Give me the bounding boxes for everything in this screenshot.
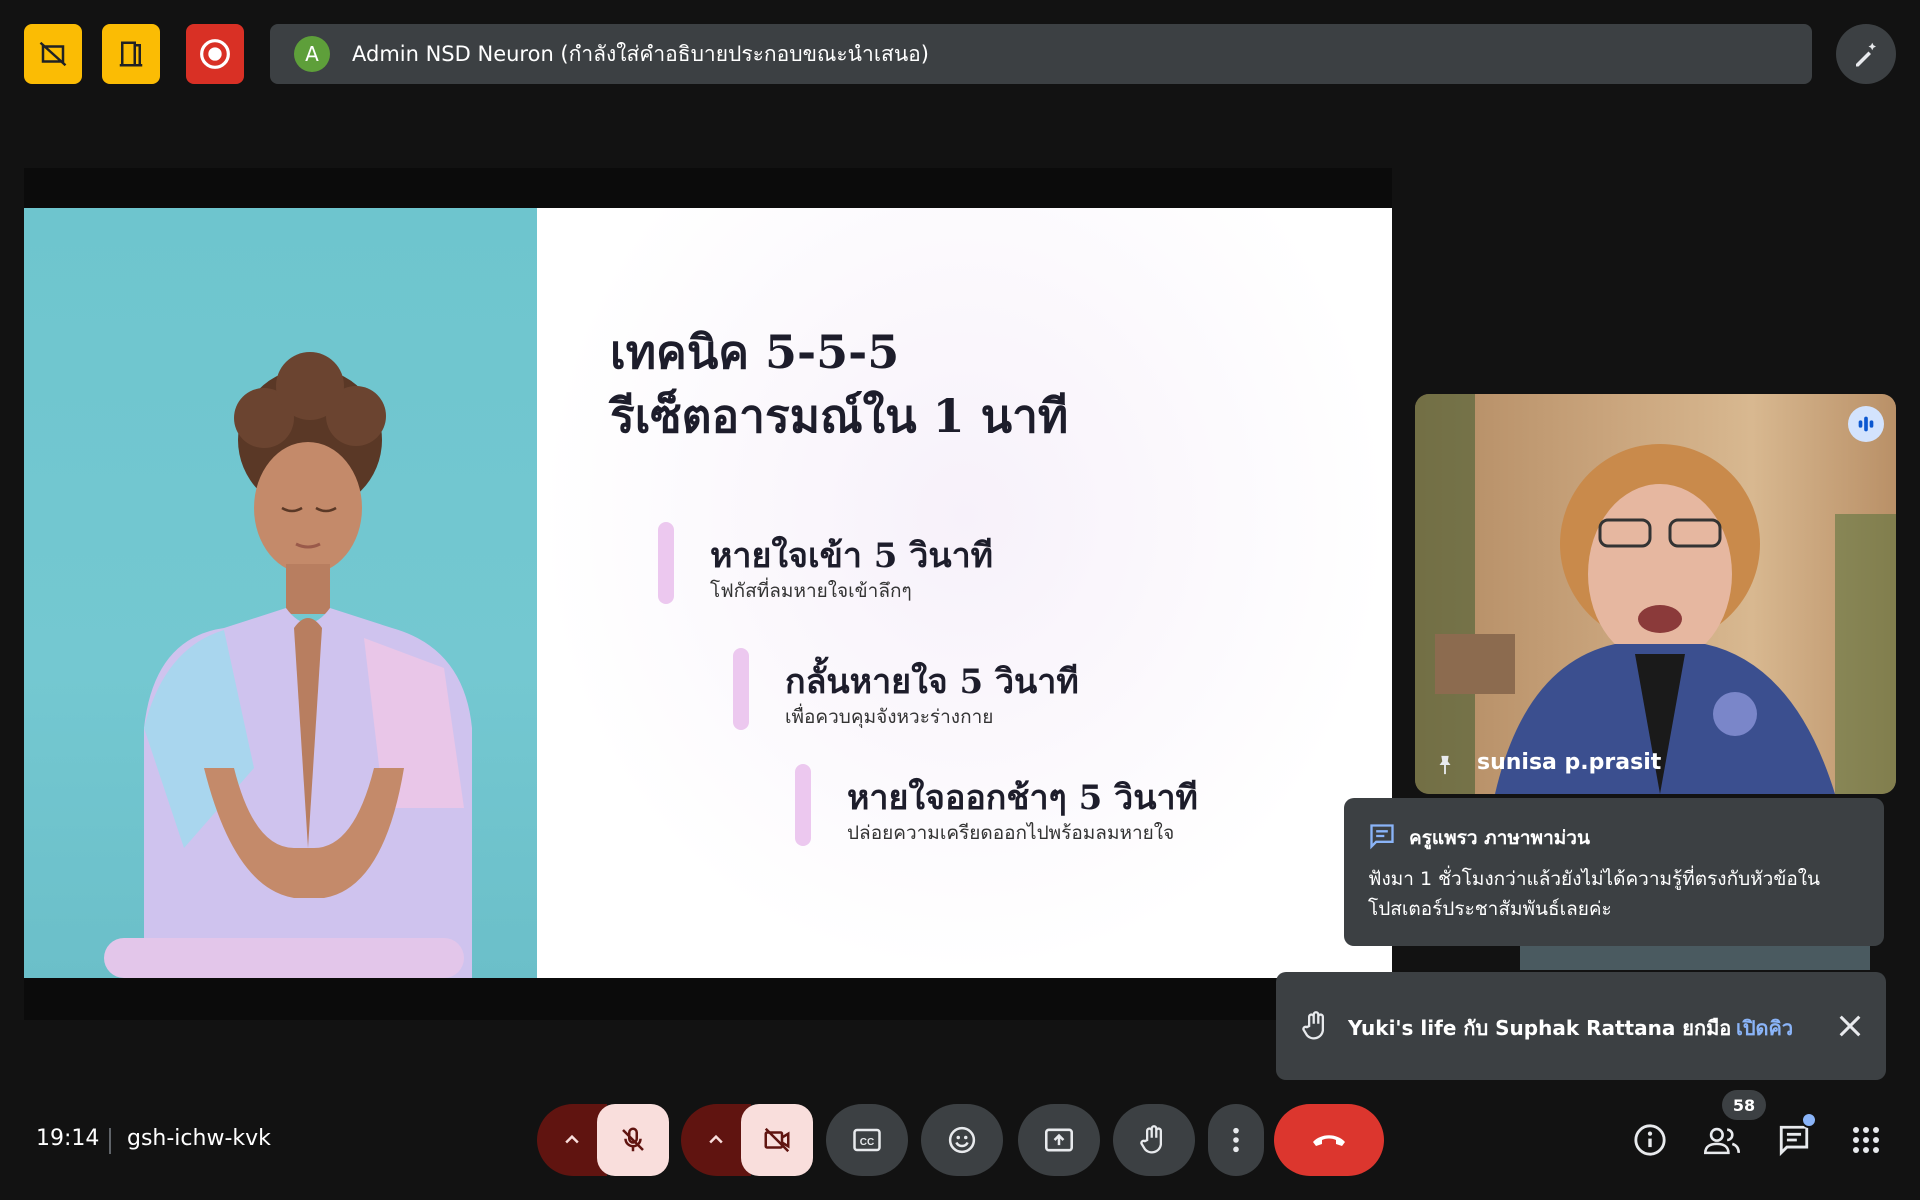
emoji-icon <box>948 1126 976 1154</box>
pin-icon[interactable] <box>1434 752 1456 778</box>
presenter-banner: A Admin NSD Neuron (กำลังใส่คำอธิบายประก… <box>270 24 1812 84</box>
present-icon <box>1045 1128 1073 1152</box>
door-icon <box>119 41 143 67</box>
hidden-participant-tile <box>1520 946 1870 970</box>
participant-name: sunisa p.prasit <box>1477 750 1662 775</box>
slide-title-line-1: เทคนิค 5-5-5 <box>610 325 900 379</box>
open-queue-link[interactable]: เปิดคิว <box>1736 1012 1793 1044</box>
chat-sender: ครูแพรว ภาษาพาม่วน <box>1409 827 1590 849</box>
participant-tile[interactable] <box>1415 394 1896 794</box>
hide-annotations-button[interactable] <box>24 24 82 84</box>
step-heading: หายใจออกช้าๆ 5 วินาที <box>847 778 1198 818</box>
hide-annotations-icon <box>39 41 67 67</box>
annotate-button[interactable] <box>1836 24 1896 84</box>
more-options-button[interactable] <box>1208 1104 1264 1176</box>
step-description: ปล่อยความเครียดออกไปพร้อมลมหายใจ <box>847 822 1175 844</box>
raise-hand-button[interactable] <box>1113 1104 1195 1176</box>
camera-toggle[interactable] <box>741 1104 813 1176</box>
chat-icon <box>1370 824 1394 850</box>
activities-button[interactable] <box>1840 1114 1892 1166</box>
speaking-indicator <box>1848 406 1884 442</box>
step-accent-bar <box>658 522 674 604</box>
reactions-button[interactable] <box>921 1104 1003 1176</box>
slide-title-line-2: รีเซ็ตอารมณ์ใน 1 นาที <box>610 389 1069 443</box>
step-heading: กลั้นหายใจ 5 วินาที <box>785 662 1079 702</box>
record-icon <box>200 39 230 69</box>
close-icon[interactable] <box>1836 1012 1864 1040</box>
leave-annotation-button[interactable] <box>102 24 160 84</box>
raised-hand-icon <box>1302 1011 1324 1040</box>
divider <box>109 1128 111 1154</box>
step-accent-bar <box>733 648 749 730</box>
people-icon <box>1704 1127 1740 1155</box>
more-vert-icon <box>1233 1127 1239 1153</box>
info-icon <box>1634 1124 1666 1156</box>
hand-icon <box>1140 1125 1162 1154</box>
audio-level-icon <box>1858 416 1874 432</box>
presenter-avatar: A <box>294 36 330 72</box>
chat-notification[interactable]: ครูแพรว ภาษาพาม่วน ฟังมา 1 ชั่วโมงกว่าแล… <box>1344 798 1884 946</box>
captions-button[interactable]: CC <box>826 1104 908 1176</box>
recording-button[interactable] <box>186 24 244 84</box>
meeting-code: gsh-ichw-kvk <box>127 1126 271 1151</box>
hand-raise-text: Yuki's life กับ Suphak Rattana ยกมือ <box>1348 1016 1732 1040</box>
phone-hangup-icon <box>1313 1135 1345 1146</box>
chevron-up-icon <box>709 1134 723 1144</box>
svg-text:CC: CC <box>860 1137 874 1148</box>
leave-call-button[interactable] <box>1274 1104 1384 1176</box>
apps-grid-icon <box>1853 1127 1879 1153</box>
closed-captions-icon: CC <box>853 1128 881 1152</box>
hand-raise-notification: Yuki's life กับ Suphak Rattana ยกมือ เปิ… <box>1276 972 1886 1080</box>
chat-message: ฟังมา 1 ชั่วโมงกว่าแล้วยังไม่ได้ความรู้ท… <box>1368 868 1820 920</box>
meditating-woman-illustration <box>104 352 472 978</box>
mic-off-icon <box>622 1127 644 1152</box>
step-accent-bar <box>795 764 811 846</box>
chevron-up-icon <box>565 1134 579 1144</box>
camera-off-icon <box>764 1127 790 1153</box>
slide-title: เทคนิค 5-5-5 รีเซ็ตอารมณ์ใน 1 นาที <box>610 320 1068 448</box>
step-description: เพื่อควบคุมจังหวะร่างกาย <box>785 706 994 728</box>
microphone-toggle[interactable] <box>597 1104 669 1176</box>
people-button[interactable] <box>1696 1114 1748 1166</box>
meditation-photo <box>24 208 537 978</box>
chat-icon <box>1779 1125 1809 1157</box>
pen-sparkle-icon <box>1856 42 1876 67</box>
step-heading: หายใจเข้า 5 วินาที <box>710 536 994 576</box>
step-description: โฟกัสที่ลมหายใจเข้าลึกๆ <box>710 580 912 602</box>
presenter-label: Admin NSD Neuron (กำลังใส่คำอธิบายประกอบ… <box>352 41 929 66</box>
meeting-clock: 19:14 <box>36 1126 100 1151</box>
unread-chat-dot <box>1801 1112 1817 1128</box>
participant-video <box>1415 394 1896 794</box>
present-screen-button[interactable] <box>1018 1104 1100 1176</box>
meeting-details-button[interactable] <box>1624 1114 1676 1166</box>
